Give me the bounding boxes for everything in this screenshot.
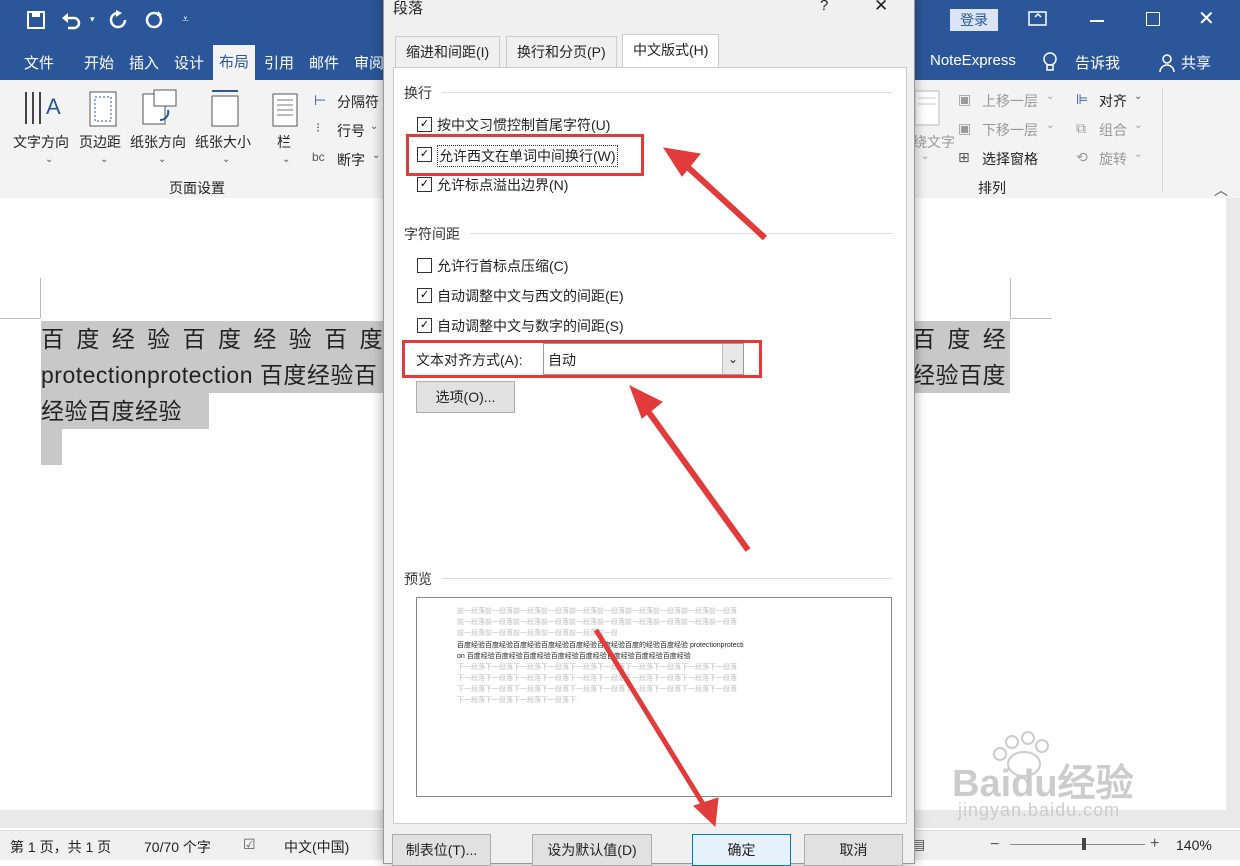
arrow-head-3 <box>693 797 719 828</box>
annotation-arrows <box>593 147 768 828</box>
arrow-head-2 <box>629 384 663 419</box>
